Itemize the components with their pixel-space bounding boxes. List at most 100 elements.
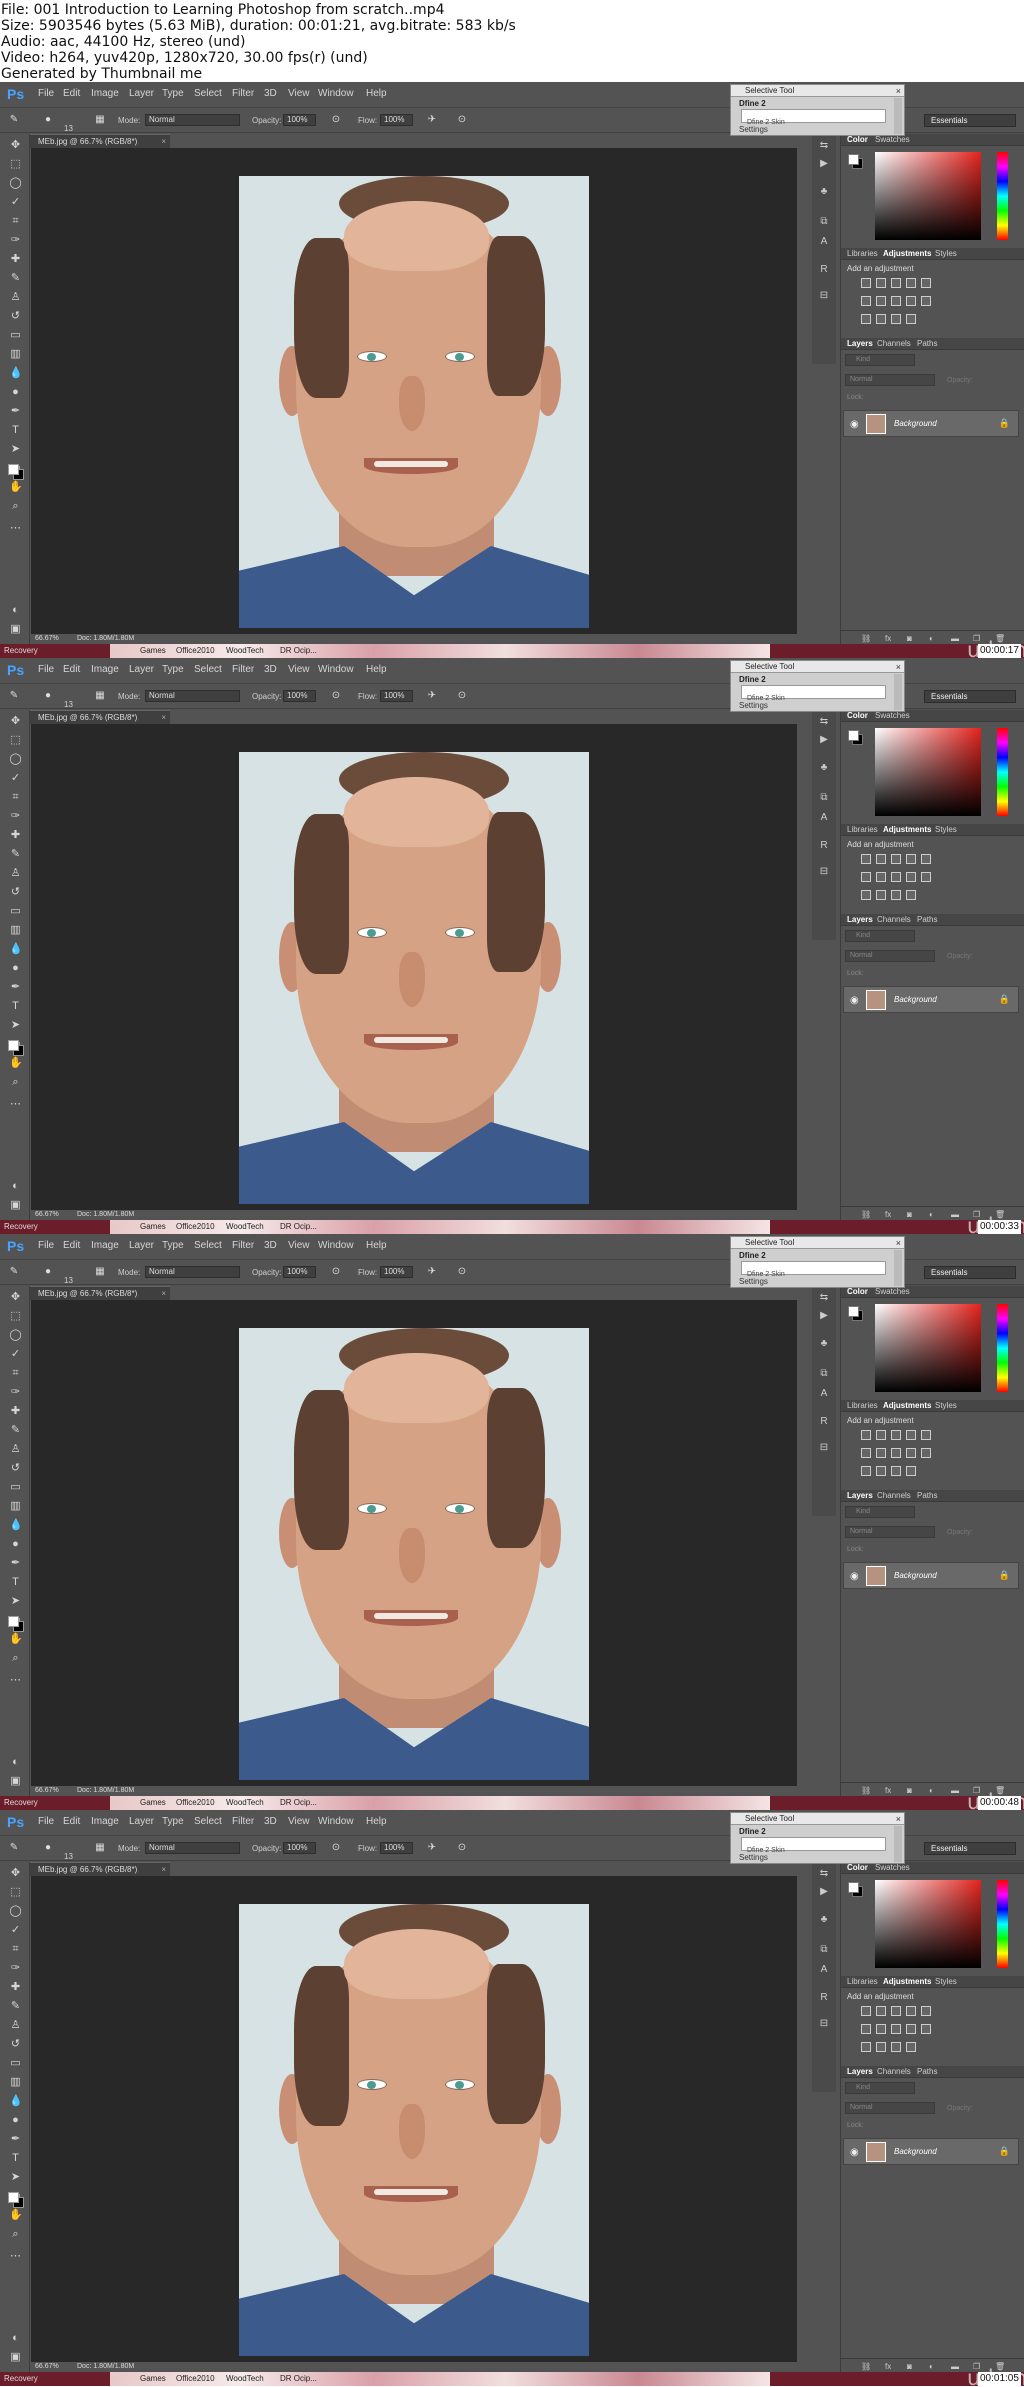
scrollbar[interactable] [894,674,902,710]
brush-panel-icon[interactable]: ▦ [94,1266,106,1278]
eyedropper-tool-icon[interactable]: ✑ [9,234,22,247]
layer-row-background[interactable]: ◉ Background 🔒 [843,1562,1019,1589]
menu-view[interactable]: View [288,1240,310,1251]
menu-filter[interactable]: Filter [232,1240,254,1251]
selective-tool-panel[interactable]: Selective Tool × Dfine 2 Dfine 2 Skin Se… [730,84,905,136]
dodge-tool-icon[interactable]: ● [9,962,22,975]
black-white-icon[interactable] [891,1448,901,1458]
selective-tool-panel[interactable]: Selective Tool × Dfine 2 Dfine 2 Skin Se… [730,1812,905,1864]
brush-tool-icon[interactable]: ✎ [9,848,22,861]
canvas-area[interactable] [31,1300,797,1810]
brush-settings-icon[interactable]: ♣ [818,186,830,198]
group-icon[interactable]: ▬ [951,1210,959,1219]
selective-tool-panel[interactable]: Selective Tool × Dfine 2 Dfine 2 Skin Se… [730,1236,905,1288]
hue-slider[interactable] [997,1304,1008,1392]
close-icon[interactable]: × [161,1287,166,1300]
levels-icon[interactable] [876,278,886,288]
layer-filter-select[interactable]: Kind [845,354,915,366]
selective-tool-title[interactable]: Selective Tool [731,661,904,673]
selective-tool-mode[interactable]: Dfine 2 [739,1827,766,1836]
pressure-opacity-icon[interactable]: ⊙ [330,690,342,702]
history-icon[interactable]: ⇆ [818,716,830,728]
eye-icon[interactable]: ◉ [850,2147,859,2158]
eraser-tool-icon[interactable]: ▭ [9,1481,22,1494]
brush-tool-icon[interactable]: ✎ [8,114,20,126]
menu-file[interactable]: File [38,664,54,675]
play-icon[interactable]: ▶ [818,1310,830,1322]
close-icon[interactable]: × [896,1237,901,1249]
gradient-map-icon[interactable] [906,890,916,900]
document-tab[interactable]: MEb.jpg @ 66.7% (RGB/8*) × [30,1862,170,1876]
pressure-opacity-icon[interactable]: ⊙ [330,1266,342,1278]
properties-icon[interactable]: ⊟ [818,290,830,302]
airbrush-icon[interactable]: ✈ [426,114,438,126]
portrait-photo[interactable] [239,1904,589,2356]
marquee-tool-icon[interactable]: ⬚ [9,1310,22,1323]
curves-icon[interactable] [891,2006,901,2016]
opacity-input[interactable]: 100% [283,690,316,702]
pressure-size-icon[interactable]: ⊙ [456,690,468,702]
layer-name[interactable]: Background [894,1571,937,1580]
dodge-tool-icon[interactable]: ● [9,2114,22,2127]
pen-tool-icon[interactable]: ✒ [9,405,22,418]
pen-tool-icon[interactable]: ✒ [9,981,22,994]
taskbar-item-drocip[interactable]: DR Ocip... [280,2374,317,2383]
portrait-photo[interactable] [239,176,589,628]
document-size[interactable]: Doc: 1.80M/1.80M [77,1210,134,1220]
mode-select[interactable]: Normal [145,1266,240,1278]
blend-mode-select[interactable]: Normal [845,1526,935,1538]
opacity-input[interactable]: 100% [283,1266,316,1278]
marquee-tool-icon[interactable]: ⬚ [9,734,22,747]
menu-image[interactable]: Image [91,1816,119,1827]
foreground-color-swatch[interactable] [848,154,859,165]
threshold-icon[interactable] [891,2042,901,2052]
close-icon[interactable]: × [896,85,901,97]
airbrush-icon[interactable]: ✈ [426,690,438,702]
menu-select[interactable]: Select [194,664,222,675]
foreground-color-swatch[interactable] [8,464,19,475]
tab-libraries[interactable]: Libraries [847,1977,878,1986]
hand-tool-icon[interactable]: ✋ [9,1057,23,1070]
eye-icon[interactable]: ◉ [850,995,859,1006]
brush-settings-icon[interactable]: ♣ [818,1914,830,1926]
selective-tool-mode[interactable]: Dfine 2 [739,99,766,108]
menu-view[interactable]: View [288,88,310,99]
mode-select[interactable]: Normal [145,114,240,126]
fx-icon[interactable]: fx [885,1786,891,1795]
quick-select-tool-icon[interactable]: ✓ [9,1924,22,1937]
blur-tool-icon[interactable]: 💧 [9,1519,23,1532]
link-icon[interactable]: ⛓ [861,2362,871,2371]
taskbar-item-drocip[interactable]: DR Ocip... [280,646,317,655]
lasso-tool-icon[interactable]: ◯ [9,177,22,190]
tab-swatches[interactable]: Swatches [875,1287,910,1296]
airbrush-icon[interactable]: ✈ [426,1842,438,1854]
layer-row-background[interactable]: ◉ Background 🔒 [843,2138,1019,2165]
taskbar-item-recovery[interactable]: Recovery [4,1798,38,1807]
channel-mixer-icon[interactable] [921,2024,931,2034]
history-brush-tool-icon[interactable]: ↺ [9,2038,22,2051]
menu-help[interactable]: Help [366,1816,387,1827]
foreground-color-swatch[interactable] [8,2192,19,2203]
vibrance-icon[interactable] [921,1430,931,1440]
eye-icon[interactable]: ◉ [850,419,859,430]
taskbar-item-drocip[interactable]: DR Ocip... [280,1798,317,1807]
pressure-opacity-icon[interactable]: ⊙ [330,1842,342,1854]
info-icon[interactable]: R [818,1416,830,1428]
blur-tool-icon[interactable]: 💧 [9,943,23,956]
selective-tool-title[interactable]: Selective Tool [731,85,904,97]
layer-row-background[interactable]: ◉ Background 🔒 [843,986,1019,1013]
history-brush-tool-icon[interactable]: ↺ [9,1462,22,1475]
clone-source-icon[interactable]: ⧉ [818,216,830,228]
gradient-tool-icon[interactable]: ▥ [9,924,22,937]
selective-tool-mode[interactable]: Dfine 2 [739,1251,766,1260]
brush-panel-icon[interactable]: ▦ [94,1842,106,1854]
marquee-tool-icon[interactable]: ⬚ [9,158,22,171]
hue-saturation-icon[interactable] [861,2024,871,2034]
zoom-level[interactable]: 66.67% [35,2363,59,2370]
flow-input[interactable]: 100% [380,1266,413,1278]
zoom-level[interactable]: 66.67% [35,635,59,642]
play-icon[interactable]: ▶ [818,1886,830,1898]
hand-tool-icon[interactable]: ✋ [9,481,23,494]
black-white-icon[interactable] [891,296,901,306]
adjustment-layer-icon[interactable]: ◐ [929,634,934,643]
